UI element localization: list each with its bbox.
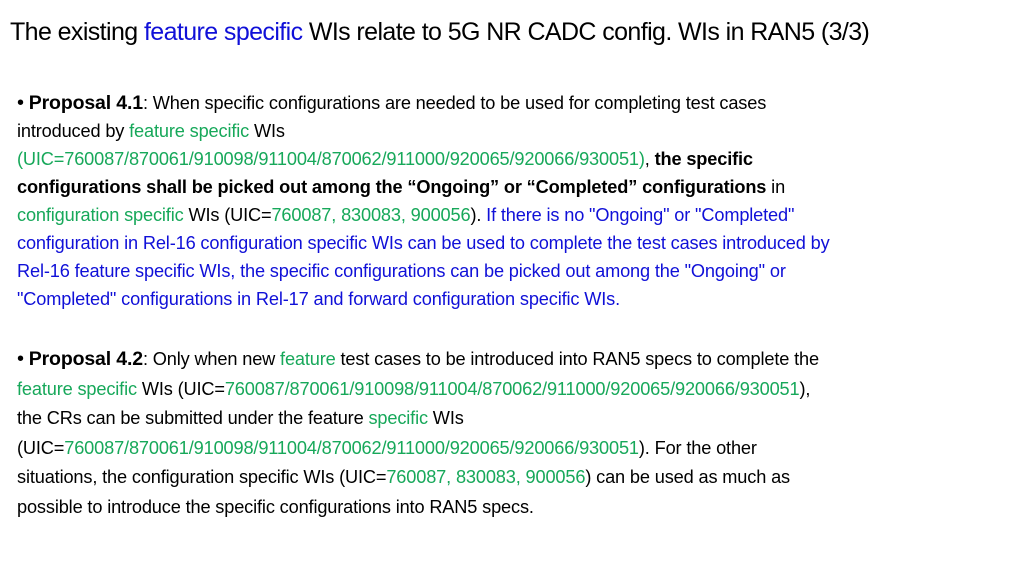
text-segment: test cases to be introduced into RAN5 sp…	[335, 349, 820, 369]
text-segment: : When specific configurations are neede…	[142, 93, 767, 113]
text-segment: ).	[470, 205, 487, 225]
title-prefix: The existing	[10, 18, 144, 46]
bold-text: the specific	[654, 149, 753, 169]
proposal-label: Proposal 4.2	[28, 348, 143, 370]
text-segment: WIs	[427, 408, 464, 429]
text-segment: introduced by	[17, 121, 130, 141]
text-segment: ). For the other	[638, 437, 757, 458]
text-segment: : Only when new	[142, 349, 281, 369]
proposal-line: the CRs can be submitted under the featu…	[17, 404, 1017, 434]
uic-highlight: 760087/870061/910098/911004/870062/91100…	[64, 437, 639, 458]
text-segment: WIs	[249, 121, 285, 141]
text-segment: the CRs can be submitted under the featu…	[17, 408, 369, 429]
uic-highlight: 760087/870061/910098/911004/870062/91100…	[224, 378, 800, 399]
uic-highlight: feature specific	[129, 121, 250, 141]
uic-highlight: feature specific	[17, 378, 137, 399]
proposal-line: Rel-16 feature specific WIs, the specifi…	[17, 257, 1017, 285]
proposal-line: • Proposal 4.2: Only when new feature te…	[17, 345, 1017, 375]
text-segment: ) can be used as much as	[585, 467, 790, 488]
text-segment: WIs (UIC=	[183, 205, 272, 225]
note-text: "Completed" configurations in Rel-17 and…	[17, 289, 621, 309]
note-text: If there is no "Ongoing" or "Completed"	[486, 205, 795, 225]
note-text: configuration in Rel-16 configuration sp…	[17, 233, 830, 253]
text-segment: ,	[644, 149, 655, 169]
proposal-line: "Completed" configurations in Rel-17 and…	[17, 285, 1017, 313]
proposal-line: introduced by feature specific WIs	[17, 117, 1017, 145]
text-segment: in	[766, 177, 786, 197]
title-highlight: feature specific	[143, 18, 303, 46]
bullet-icon: •	[17, 92, 24, 114]
text-segment: WIs (UIC=	[136, 378, 225, 399]
bullet-icon: •	[17, 348, 24, 370]
proposal-4-2: • Proposal 4.2: Only when new feature te…	[17, 345, 1017, 523]
proposal-line: feature specific WIs (UIC=760087/870061/…	[17, 375, 1017, 405]
bold-text: configurations shall be picked out among…	[17, 177, 767, 197]
proposal-line: (UIC=760087/870061/910098/911004/870062/…	[17, 434, 1017, 464]
proposal-line: possible to introduce the specific confi…	[17, 493, 1017, 523]
uic-highlight: 760087, 830083, 900056	[386, 467, 586, 488]
proposal-line: situations, the configuration specific W…	[17, 463, 1017, 493]
text-segment: ),	[799, 378, 811, 399]
proposal-line: configuration in Rel-16 configuration sp…	[17, 229, 1017, 257]
uic-highlight: (UIC=760087/870061/910098/911004/870062/…	[17, 149, 645, 169]
uic-highlight: 760087, 830083, 900056	[271, 205, 471, 225]
text-segment: possible to introduce the specific confi…	[17, 496, 534, 517]
uic-highlight: feature	[280, 349, 336, 369]
title-suffix: WIs relate to 5G NR CADC config. WIs in …	[302, 18, 870, 46]
text-segment: situations, the configuration specific W…	[17, 467, 387, 488]
text-segment: (UIC=	[17, 437, 65, 458]
proposal-line: • Proposal 4.1: When specific configurat…	[17, 89, 1017, 117]
proposal-line: (UIC=760087/870061/910098/911004/870062/…	[17, 145, 1017, 173]
proposal-line: configuration specific WIs (UIC=760087, …	[17, 201, 1017, 229]
proposal-4-1: • Proposal 4.1: When specific configurat…	[17, 89, 1017, 313]
note-text: Rel-16 feature specific WIs, the specifi…	[17, 261, 786, 281]
proposal-label: Proposal 4.1	[28, 92, 143, 114]
uic-highlight: configuration specific	[17, 205, 184, 225]
slide-title: The existing feature specific WIs relate…	[10, 18, 870, 47]
uic-highlight: specific	[368, 408, 428, 429]
proposal-line: configurations shall be picked out among…	[17, 173, 1017, 201]
